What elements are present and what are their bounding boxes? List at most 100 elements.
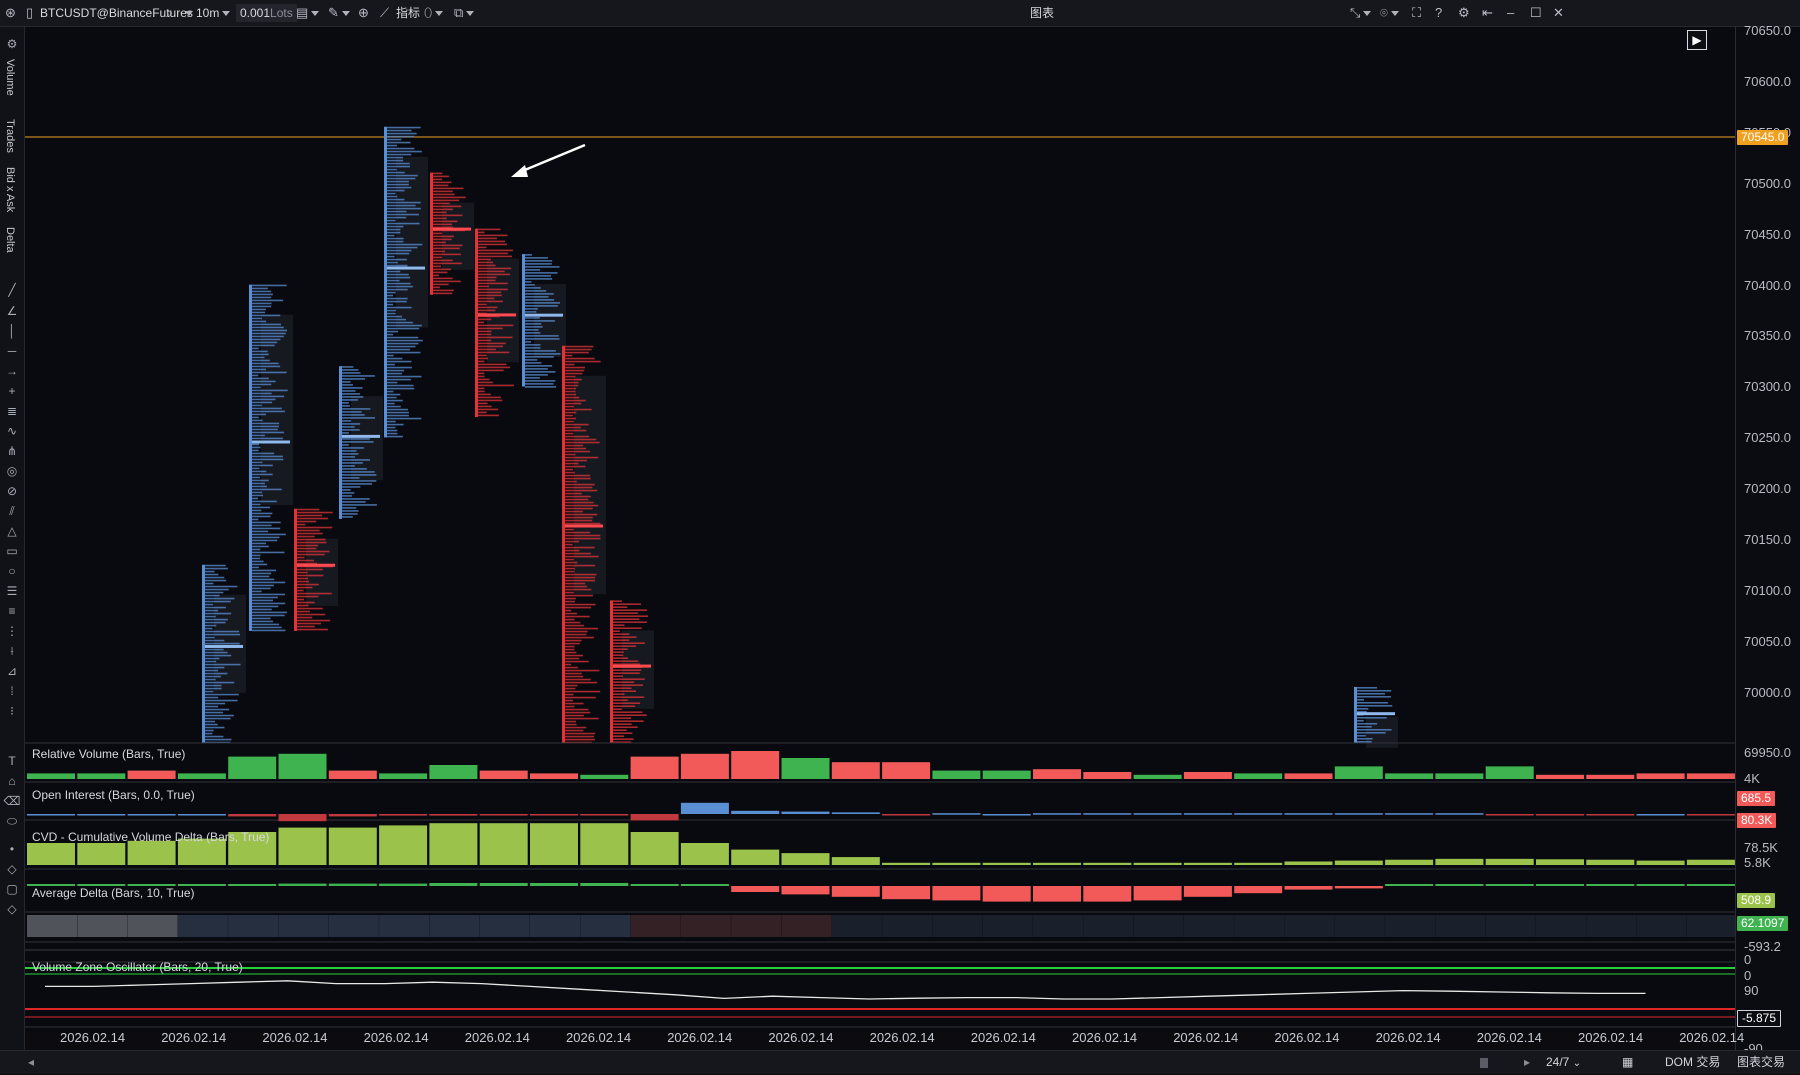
horizontal-scrollbar[interactable] [1480,1058,1488,1068]
triangle-icon[interactable]: △ [0,524,24,538]
trend-icon[interactable]: ∠ [0,304,24,318]
camera-icon[interactable]: ⌾ [1380,0,1399,26]
bid-ask-toggle[interactable]: Bid x Ask [4,167,16,212]
grid-dots-icon[interactable]: ⁝ [0,704,24,718]
footprint-row [565,534,601,537]
footprint-row [433,238,452,241]
footprint-row [613,687,632,689]
top-toolbar: ⊛ ▯ BTCUSDT@BinanceFutures ⌕ 10m 0.001Lo… [0,0,1800,27]
trash-icon[interactable]: ◇ [0,902,24,916]
bracket-icon[interactable]: ⟊ [0,644,24,658]
scroll-to-latest-button[interactable]: ▶ [1687,30,1707,50]
scroll-left-icon[interactable]: ◂ [28,1051,34,1074]
maximize-icon[interactable]: ☐ [1530,0,1542,26]
horizontal-line-icon[interactable]: ─ [0,344,24,358]
dom-trading-button[interactable]: DOM 交易 [1665,1051,1720,1074]
list-alt-icon[interactable]: ⋮ [0,624,24,638]
open-interest-bar [1536,814,1584,816]
chart-type-icon[interactable]: ▤ [296,0,320,26]
chart-canvas[interactable] [25,27,1735,1032]
candle-body [475,228,478,418]
trades-toggle[interactable]: Trades [4,119,16,153]
footprint-row [1357,686,1378,689]
eye-icon[interactable]: ▢ [0,882,24,896]
footprint-row [205,660,217,663]
draw-icon[interactable]: ✎ [328,0,350,26]
heat-axis-bottom: 0 [1744,968,1752,983]
eraser-icon[interactable]: ⌫ [0,794,24,808]
search-icon[interactable]: ⌕ [166,0,173,26]
footprint-row [205,699,238,702]
dots-icon[interactable]: ⁞ [0,684,24,698]
template-icon[interactable]: ⬯ [424,0,444,26]
arrow-icon[interactable]: → [0,364,24,378]
price-axis[interactable]: 70650.070600.070550.070500.070450.070400… [1735,23,1800,1056]
volume-profile-icon[interactable]: ☰ [0,584,24,598]
list-icon[interactable]: ≡ [0,604,24,618]
vzo-axis-top: 90 [1744,983,1759,998]
lots-input[interactable]: 0.001Lots [236,4,297,22]
chart-area[interactable] [25,27,1735,1032]
relative-volume-bar [580,774,629,779]
open-interest-bar [1586,814,1635,816]
settings-icon[interactable]: ⚙ [1458,0,1470,26]
pitchfork-icon[interactable]: ⋔ [0,444,24,458]
tag-icon[interactable]: ⌂ [0,774,24,788]
magnet-icon[interactable]: • [0,842,24,856]
timeframe-selector[interactable]: 10m [196,0,231,26]
footprint-row [252,452,275,455]
rectangle-icon[interactable]: ▭ [0,544,24,558]
footprint-row [433,220,458,223]
chart-trading-button[interactable]: 图表交易 [1737,1051,1785,1074]
footprint-row [252,569,277,572]
scale-icon[interactable]: ⊿ [0,664,24,678]
layout-icon[interactable]: ⧉ [454,0,475,26]
indicator-icon[interactable]: ⟋ [380,0,389,26]
close-icon[interactable]: ✕ [1553,0,1564,26]
relative-volume-bar [530,773,578,779]
circle-target-icon[interactable]: ◎ [0,464,24,478]
footprint-row [252,479,269,482]
footprint-row [205,714,234,717]
scroll-right-icon[interactable]: ▸ [1524,1051,1530,1074]
footprint-row [565,462,579,465]
footprint-row [478,375,485,378]
calendar-icon[interactable]: ▦ [1622,1051,1633,1074]
average-delta-label: Average Delta (Bars, 10, True) [32,886,195,900]
ruler-icon[interactable]: ⊘ [0,484,24,498]
footprint-row [205,618,228,621]
indicators-button[interactable]: 指标 [396,0,420,26]
channel-icon[interactable]: ⫽ [0,504,24,518]
footprint-row [387,333,394,336]
fit-icon[interactable]: ⤡ [1350,0,1372,26]
footprint-row [525,362,542,364]
delta-toggle[interactable]: Delta [4,227,16,253]
text-icon[interactable]: T [0,754,24,768]
ellipse-icon[interactable]: ○ [0,564,24,578]
zoom-icon[interactable]: ⊕ [358,0,369,26]
app-logo-icon[interactable]: ⊛ [5,0,16,26]
minimize-icon[interactable]: – [1507,0,1514,26]
footprint-row [297,607,323,610]
footprint-row [252,422,280,425]
footprint-row [565,720,577,723]
line-icon[interactable]: ╱ [0,283,24,297]
footprint-row [297,520,317,523]
footprint-row [525,308,538,310]
relative-volume-bar [328,770,377,779]
vertical-line-icon[interactable]: │ [0,324,24,338]
curve-icon[interactable]: ∿ [0,424,24,438]
pin-icon[interactable]: ⇤ [1482,0,1493,26]
footprint-row [478,357,489,360]
heat-strip-cell [1636,915,1687,937]
session-selector[interactable]: 24/7 ⌄ [1546,1051,1581,1074]
help-icon[interactable]: ? [1435,0,1442,26]
volume-toggle[interactable]: Volume [4,59,16,96]
shape-icon[interactable]: ⬭ [0,814,24,828]
fullscreen-icon[interactable]: ⛶ [1412,0,1421,26]
crosshair-icon[interactable]: + [0,384,24,398]
symbol-dropdown[interactable] [182,0,193,26]
fib-icon[interactable]: ≣ [0,404,24,418]
lock-icon[interactable]: ◇ [0,862,24,876]
settings-icon[interactable]: ⚙ [0,37,24,51]
